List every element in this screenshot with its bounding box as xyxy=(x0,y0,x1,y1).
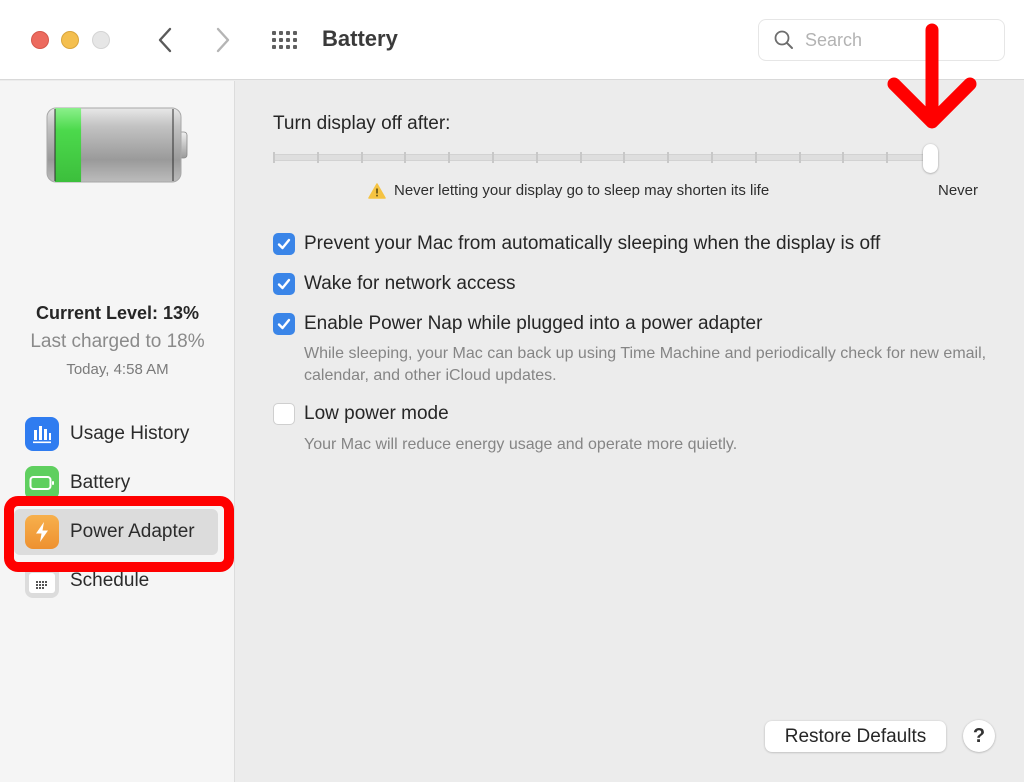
grid-dot xyxy=(286,38,290,42)
forward-button[interactable] xyxy=(208,24,238,56)
battery-icon xyxy=(25,466,59,500)
chevron-left-icon xyxy=(158,27,172,53)
checkbox[interactable] xyxy=(273,233,295,255)
chevron-right-icon xyxy=(216,27,230,53)
sidebar-item-label: Schedule xyxy=(70,570,150,591)
grid-dot xyxy=(286,31,290,35)
sidebar-item-battery[interactable]: Battery xyxy=(14,460,218,506)
search-input[interactable] xyxy=(805,29,995,51)
low-power-checkbox[interactable]: Low power mode xyxy=(273,403,449,425)
slider-tick xyxy=(492,152,494,163)
power-nap-description: While sleeping, your Mac can back up usi… xyxy=(304,345,987,384)
last-charged: Last charged to 18% xyxy=(30,331,205,352)
grid-dot xyxy=(293,31,297,35)
slider-tick xyxy=(711,152,713,163)
wake-network-checkbox[interactable]: Wake for network access xyxy=(273,273,516,295)
slider-tick xyxy=(273,152,275,163)
slider-tick xyxy=(404,152,407,163)
back-button[interactable] xyxy=(150,24,180,56)
slider-tick xyxy=(579,152,582,163)
calendar-icon xyxy=(25,564,59,598)
slider-tick xyxy=(360,152,363,163)
warning-icon xyxy=(368,182,386,199)
display-off-slider[interactable] xyxy=(273,144,941,173)
grid-dot xyxy=(272,38,276,42)
current-level: Current Level: 13% xyxy=(35,303,200,323)
slider-track xyxy=(273,154,933,161)
slider-tick xyxy=(623,152,626,163)
zoom-window-button[interactable] xyxy=(92,31,110,49)
checkmark-icon xyxy=(277,318,291,330)
title-bar: Battery xyxy=(0,0,1024,80)
grid-dot xyxy=(272,31,276,35)
help-button[interactable]: ? xyxy=(963,720,995,752)
battery-fill xyxy=(55,108,82,182)
grid-dot xyxy=(293,45,297,49)
grid-dot xyxy=(279,38,283,42)
sidebar-item-label: Usage History xyxy=(70,423,190,444)
power-nap-checkbox[interactable]: Enable Power Nap while plugged into a po… xyxy=(273,313,762,335)
checkbox[interactable] xyxy=(273,313,295,335)
slider-tick xyxy=(667,152,670,163)
charged-time: Today, 4:58 AM xyxy=(66,361,169,378)
close-window-button[interactable] xyxy=(31,31,49,49)
slider-thumb[interactable] xyxy=(923,144,938,173)
slider-tick xyxy=(842,152,845,163)
bar-chart-icon xyxy=(25,417,59,451)
slider-tick xyxy=(754,152,757,163)
checkbox-label: Enable Power Nap while plugged into a po… xyxy=(304,313,763,334)
prevent-sleep-checkbox[interactable]: Prevent your Mac from automatically slee… xyxy=(273,233,880,255)
display-off-label: Turn display off after: xyxy=(273,113,451,134)
battery-level-graphic xyxy=(46,107,188,183)
grid-dot xyxy=(293,38,297,42)
sidebar-item-usage-history[interactable]: Usage History xyxy=(14,411,218,457)
low-power-description: Your Mac will reduce energy usage and op… xyxy=(304,436,738,453)
slider-tick xyxy=(886,152,889,163)
sidebar-item-power-adapter[interactable]: Power Adapter xyxy=(14,509,218,555)
warning-text: Never letting your display go to sleep m… xyxy=(394,182,770,199)
checkmark-icon xyxy=(277,278,291,290)
sidebar-item-label: Power Adapter xyxy=(70,521,195,542)
main-panel: Turn display off after: Never letting yo… xyxy=(236,81,1024,782)
restore-defaults-button[interactable]: Restore Defaults xyxy=(765,721,946,752)
checkbox[interactable] xyxy=(273,403,295,425)
sidebar-item-label: Battery xyxy=(70,472,131,493)
slider-value-label: Never xyxy=(938,182,979,199)
slider-tick xyxy=(316,152,319,163)
checkbox-label: Wake for network access xyxy=(304,273,516,294)
grid-dot xyxy=(286,45,290,49)
slider-tick xyxy=(798,152,801,163)
slider-tick xyxy=(448,152,451,163)
show-all-button[interactable] xyxy=(268,26,302,54)
minimize-window-button[interactable] xyxy=(61,31,79,49)
lightning-icon xyxy=(25,515,59,549)
checkbox[interactable] xyxy=(273,273,295,295)
grid-dot xyxy=(279,31,283,35)
checkbox-label: Prevent your Mac from automatically slee… xyxy=(304,233,881,254)
slider-tick xyxy=(535,152,538,163)
sidebar: Current Level: 13% Last charged to 18% T… xyxy=(0,81,235,782)
sleep-warning: Never letting your display go to sleep m… xyxy=(368,182,769,199)
sidebar-item-schedule[interactable]: Schedule xyxy=(14,558,218,604)
search-field[interactable] xyxy=(758,19,1005,61)
search-icon xyxy=(774,30,793,49)
window-title: Battery xyxy=(322,26,398,51)
grid-dot xyxy=(279,45,283,49)
grid-dot xyxy=(272,45,276,49)
checkbox-label: Low power mode xyxy=(304,403,449,424)
checkmark-icon xyxy=(277,238,291,250)
